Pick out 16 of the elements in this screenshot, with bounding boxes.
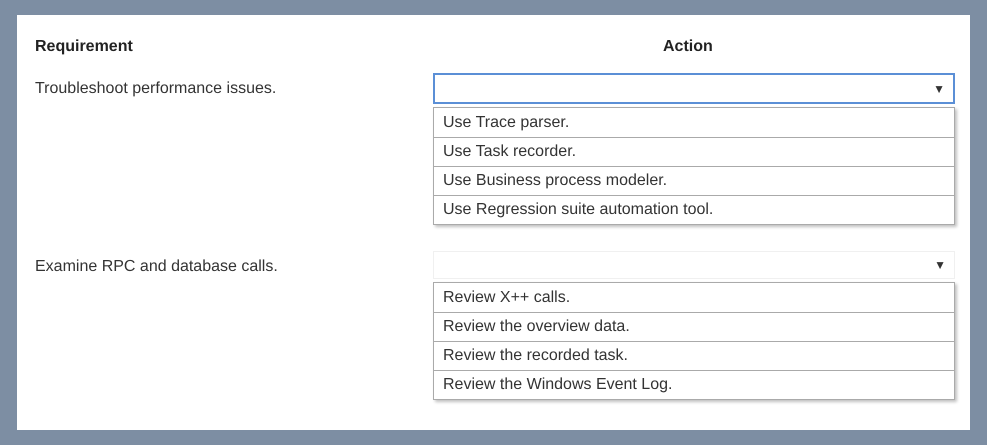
column-header: Requirement [35,37,134,57]
column-header: Action [663,37,713,57]
caret-icon: ▼ [934,256,946,274]
dropdown-option[interactable]: Use Business process modeler. [434,166,954,195]
dropdown-option[interactable]: Review the overview data. [434,312,954,341]
dropdown[interactable]: ▼ [433,251,955,279]
dropdown-option[interactable]: Review the recorded task. [434,341,954,370]
requirement-text: Troubleshoot performance issues. [35,79,278,99]
caret-icon: ▼ [933,80,945,98]
dropdown-option[interactable]: Use Regression suite automation tool. [434,195,954,224]
dropdown-option[interactable]: Review X++ calls. [434,283,954,312]
requirement-text: Examine RPC and database calls. [35,257,279,277]
dropdown-option[interactable]: Review the Windows Event Log. [434,370,954,399]
dropdown-option[interactable]: Use Trace parser. [434,108,954,137]
dropdown[interactable]: ▼ [433,73,955,104]
dropdown-option[interactable]: Use Task recorder. [434,137,954,166]
